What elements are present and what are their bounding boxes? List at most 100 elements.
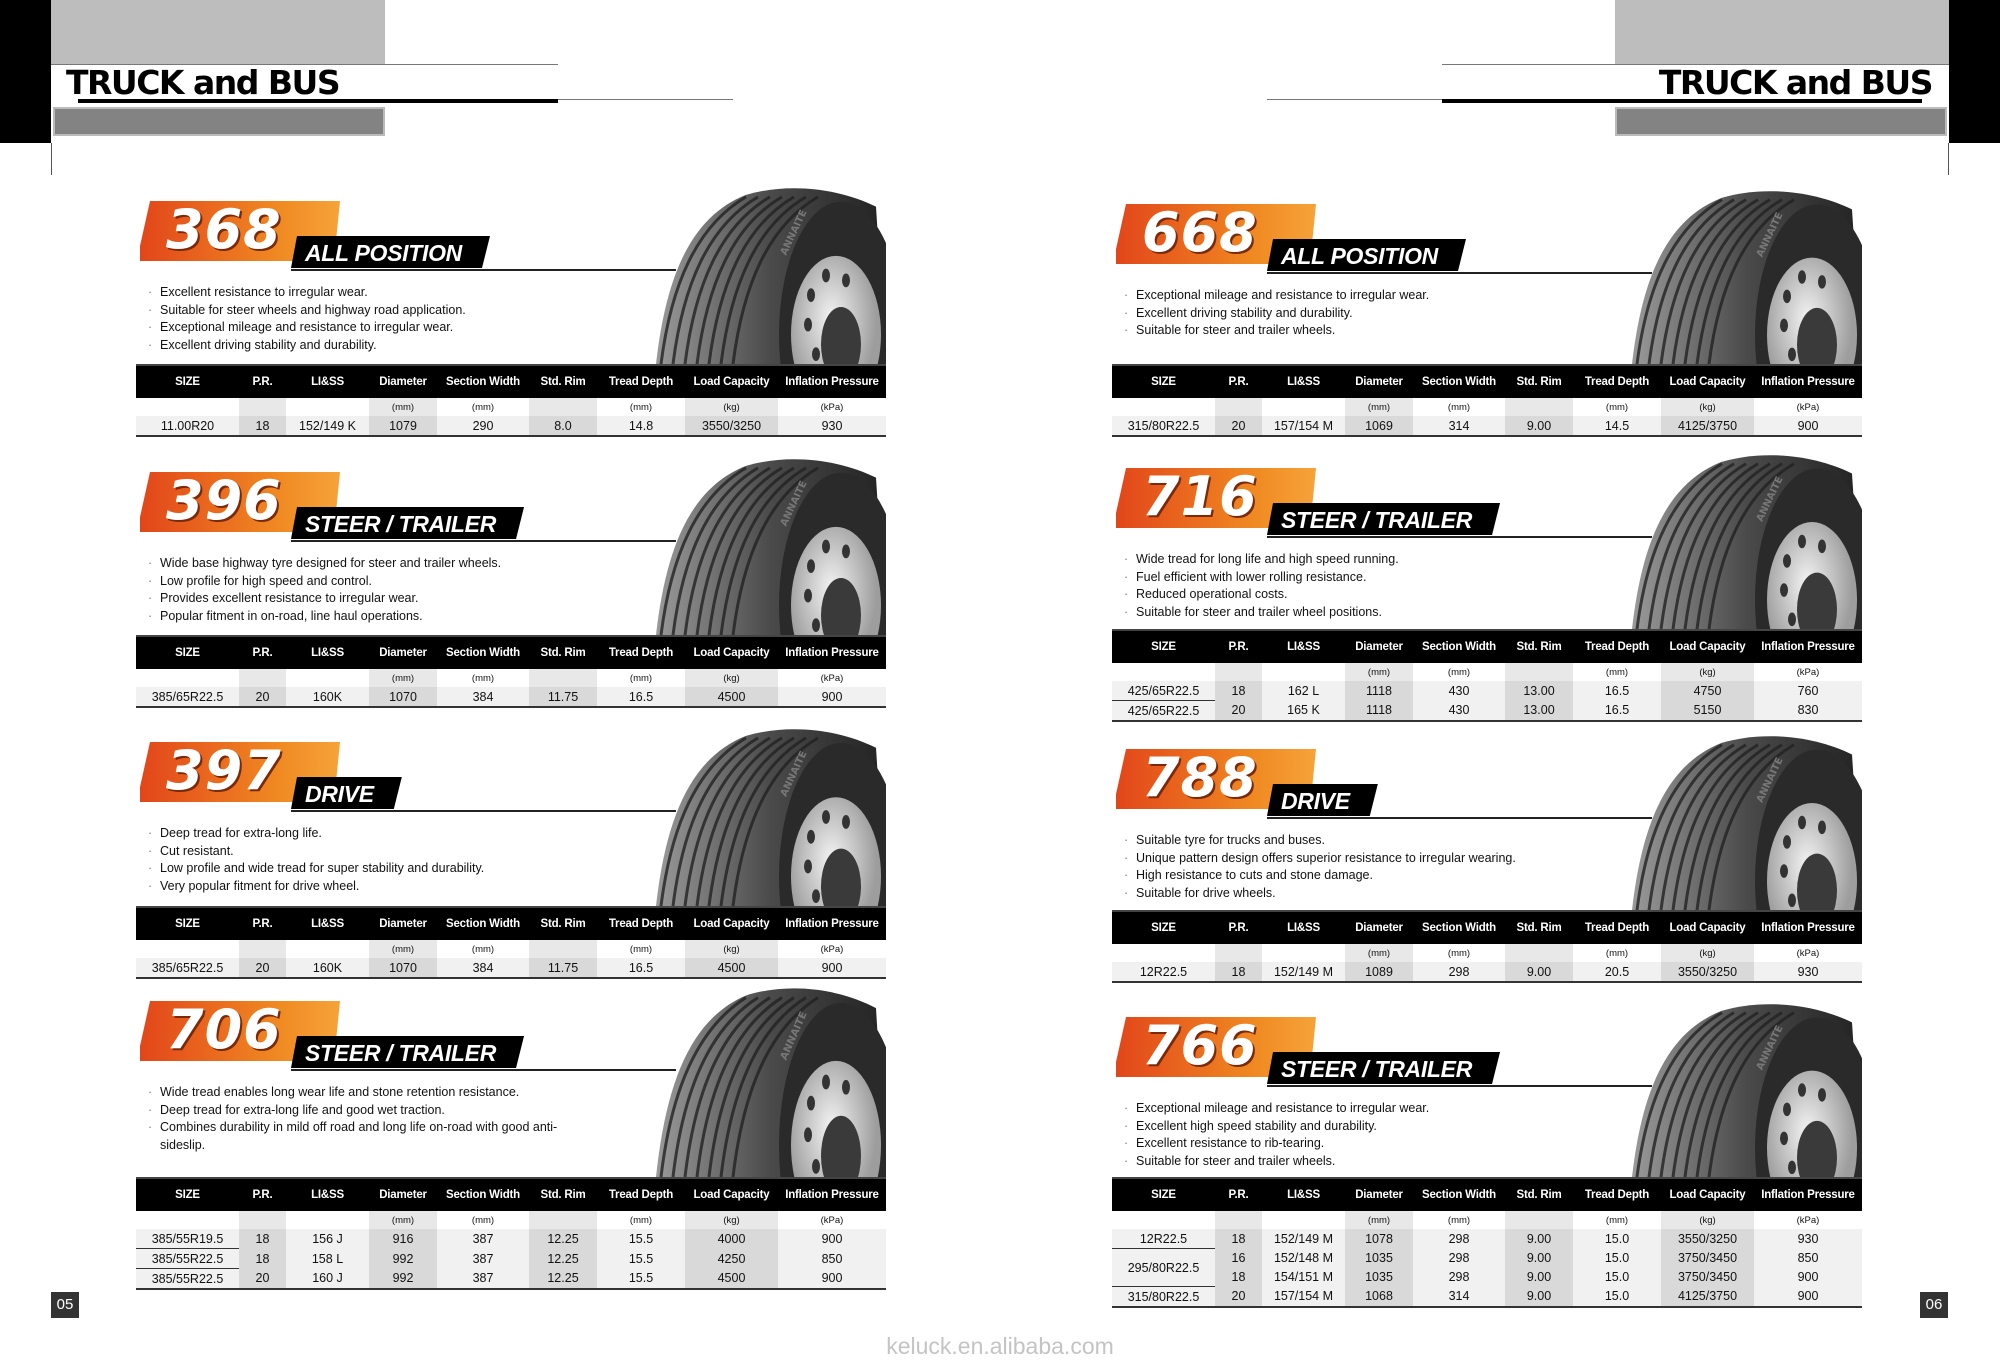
unit-cell [1112,1211,1215,1229]
column-header: Diameter [1345,629,1413,663]
model-number: 706 [166,998,282,1061]
table-cell: 18 [1215,962,1262,982]
table-cell: 1068 [1345,1286,1413,1307]
unit-cell: (kg) [1661,398,1754,416]
feature-item: Suitable for steer and trailer wheels. [1124,1153,1554,1171]
table-cell: 430 [1413,681,1505,701]
table-cell: 20.5 [1573,962,1661,982]
table-cell: 9.00 [1505,1286,1573,1307]
position-label-bar: DRIVE [291,777,402,809]
table-cell: 314 [1413,1286,1505,1307]
table-cell: 384 [437,958,529,978]
feature-item: Popular fitment in on-road, line haul op… [148,608,578,626]
column-header: Std. Rim [1505,629,1573,663]
feature-item: Cut resistant. [148,843,578,861]
table-row: 385/65R22.5 20 160K 1070 384 11.75 16.5 4500 900 [136,687,886,707]
column-header: SIZE [136,1177,239,1211]
column-header: Diameter [1345,1177,1413,1211]
unit-cell: (mm) [437,398,529,416]
column-header: LI&SS [286,635,369,669]
table-cell: 298 [1413,962,1505,982]
column-header: Load Capacity [685,906,778,940]
model-number: 788 [1142,746,1258,809]
unit-cell [286,398,369,416]
column-header: Load Capacity [1661,1177,1754,1211]
section-divider-line [291,810,676,812]
tire-image: ANNAITE [1612,735,1879,1013]
feature-item: Excellent resistance to rib-tearing. [1124,1135,1554,1153]
table-cell: 900 [1754,416,1862,436]
table-cell: 3550/3250 [685,416,778,436]
table-cell: 14.8 [597,416,685,436]
table-cell: 916 [369,1229,437,1249]
unit-cell: (kg) [1661,663,1754,681]
position-label: DRIVE [305,781,374,807]
table-cell: 1118 [1345,700,1413,721]
table-cell: 162 L [1262,681,1345,701]
unit-cell [239,398,286,416]
column-header: SIZE [1112,1177,1215,1211]
column-header: Std. Rim [529,906,597,940]
table-cell: 387 [437,1268,529,1289]
table-cell: 992 [369,1248,437,1269]
unit-cell: (mm) [437,940,529,958]
unit-cell: (kPa) [1754,944,1862,962]
column-header: Std. Rim [529,635,597,669]
table-units-row: (mm) (mm) (mm) (kg) (kPa) [136,669,886,687]
column-header: LI&SS [1262,1177,1345,1211]
tire-image: ANNAITE [1612,1003,1879,1279]
feature-item: Deep tread for extra-long life. [148,825,578,843]
spec-table: SIZE P.R. LI&SS Diameter Section Width Std. R… [136,364,886,437]
column-header: Tread Depth [597,364,685,398]
unit-cell: (mm) [1345,663,1413,681]
table-row: 425/65R22.5 20 165 K 1118 430 13.00 16.5 5150 83… [1112,700,1862,721]
left-header-grey-block [51,0,385,64]
unit-cell: (mm) [437,669,529,687]
table-cell: 315/80R22.5 [1112,1286,1215,1307]
section-divider-line [1267,1085,1652,1087]
product-section-397: ANNAITE 397 DRIVE Deep tread for extra-long… [136,729,903,1026]
feature-item: Suitable for steer and trailer wheel pos… [1124,604,1554,622]
product-section-396: ANNAITE 396 STEER / TRAILER Wide base highw… [136,459,903,755]
model-number: 766 [1142,1014,1258,1077]
product-section-716: ANNAITE 716 STEER / TRAILER Wide tread for … [1112,455,1879,749]
column-header: Load Capacity [1661,364,1754,398]
table-header-row: SIZE P.R. LI&SS Diameter Section Width Std. R… [136,364,886,398]
unit-cell: (mm) [1345,1211,1413,1229]
spec-table: SIZE P.R. LI&SS Diameter Section Width Std. R… [136,906,886,979]
unit-cell [286,940,369,958]
column-header: Tread Depth [1573,629,1661,663]
unit-cell [1262,1211,1345,1229]
table-cell: 165 K [1262,700,1345,721]
column-header: Tread Depth [597,635,685,669]
table-cell: 12R22.5 [1112,1229,1215,1249]
unit-cell: (kPa) [778,398,886,416]
product-section-368: ANNAITE 368 ALL POSITION Excellent resistan… [136,188,903,484]
table-cell: 384 [437,687,529,707]
left-page-number: 05 [51,1292,79,1318]
column-header: Load Capacity [1661,910,1754,944]
column-header: LI&SS [1262,629,1345,663]
feature-item: Fuel efficient with lower rolling resist… [1124,569,1554,587]
unit-cell: (mm) [369,398,437,416]
table-cell: 4125/3750 [1661,416,1754,436]
unit-cell [136,669,239,687]
tire-image: ANNAITE [636,458,903,739]
column-header: Load Capacity [685,1177,778,1211]
table-cell: 157/154 M [1262,1286,1345,1307]
feature-item: Suitable for drive wheels. [1124,885,1554,903]
column-header: Section Width [1413,629,1505,663]
column-header: Load Capacity [1661,629,1754,663]
table-cell: 4125/3750 [1661,1286,1754,1307]
table-cell: 385/65R22.5 [136,958,239,978]
column-header: Diameter [369,906,437,940]
table-cell: 156 J [286,1229,369,1249]
table-cell: 385/55R22.5 [136,1268,239,1289]
position-label-bar: ALL POSITION [1267,239,1466,271]
table-header-row: SIZE P.R. LI&SS Diameter Section Width Std. R… [136,906,886,940]
table-units-row: (mm) (mm) (mm) (kg) (kPa) [1112,663,1862,681]
unit-cell: (kPa) [1754,398,1862,416]
table-cell: 1070 [369,958,437,978]
feature-item: Reduced operational costs. [1124,586,1554,604]
table-cell: 18 [239,1229,286,1249]
